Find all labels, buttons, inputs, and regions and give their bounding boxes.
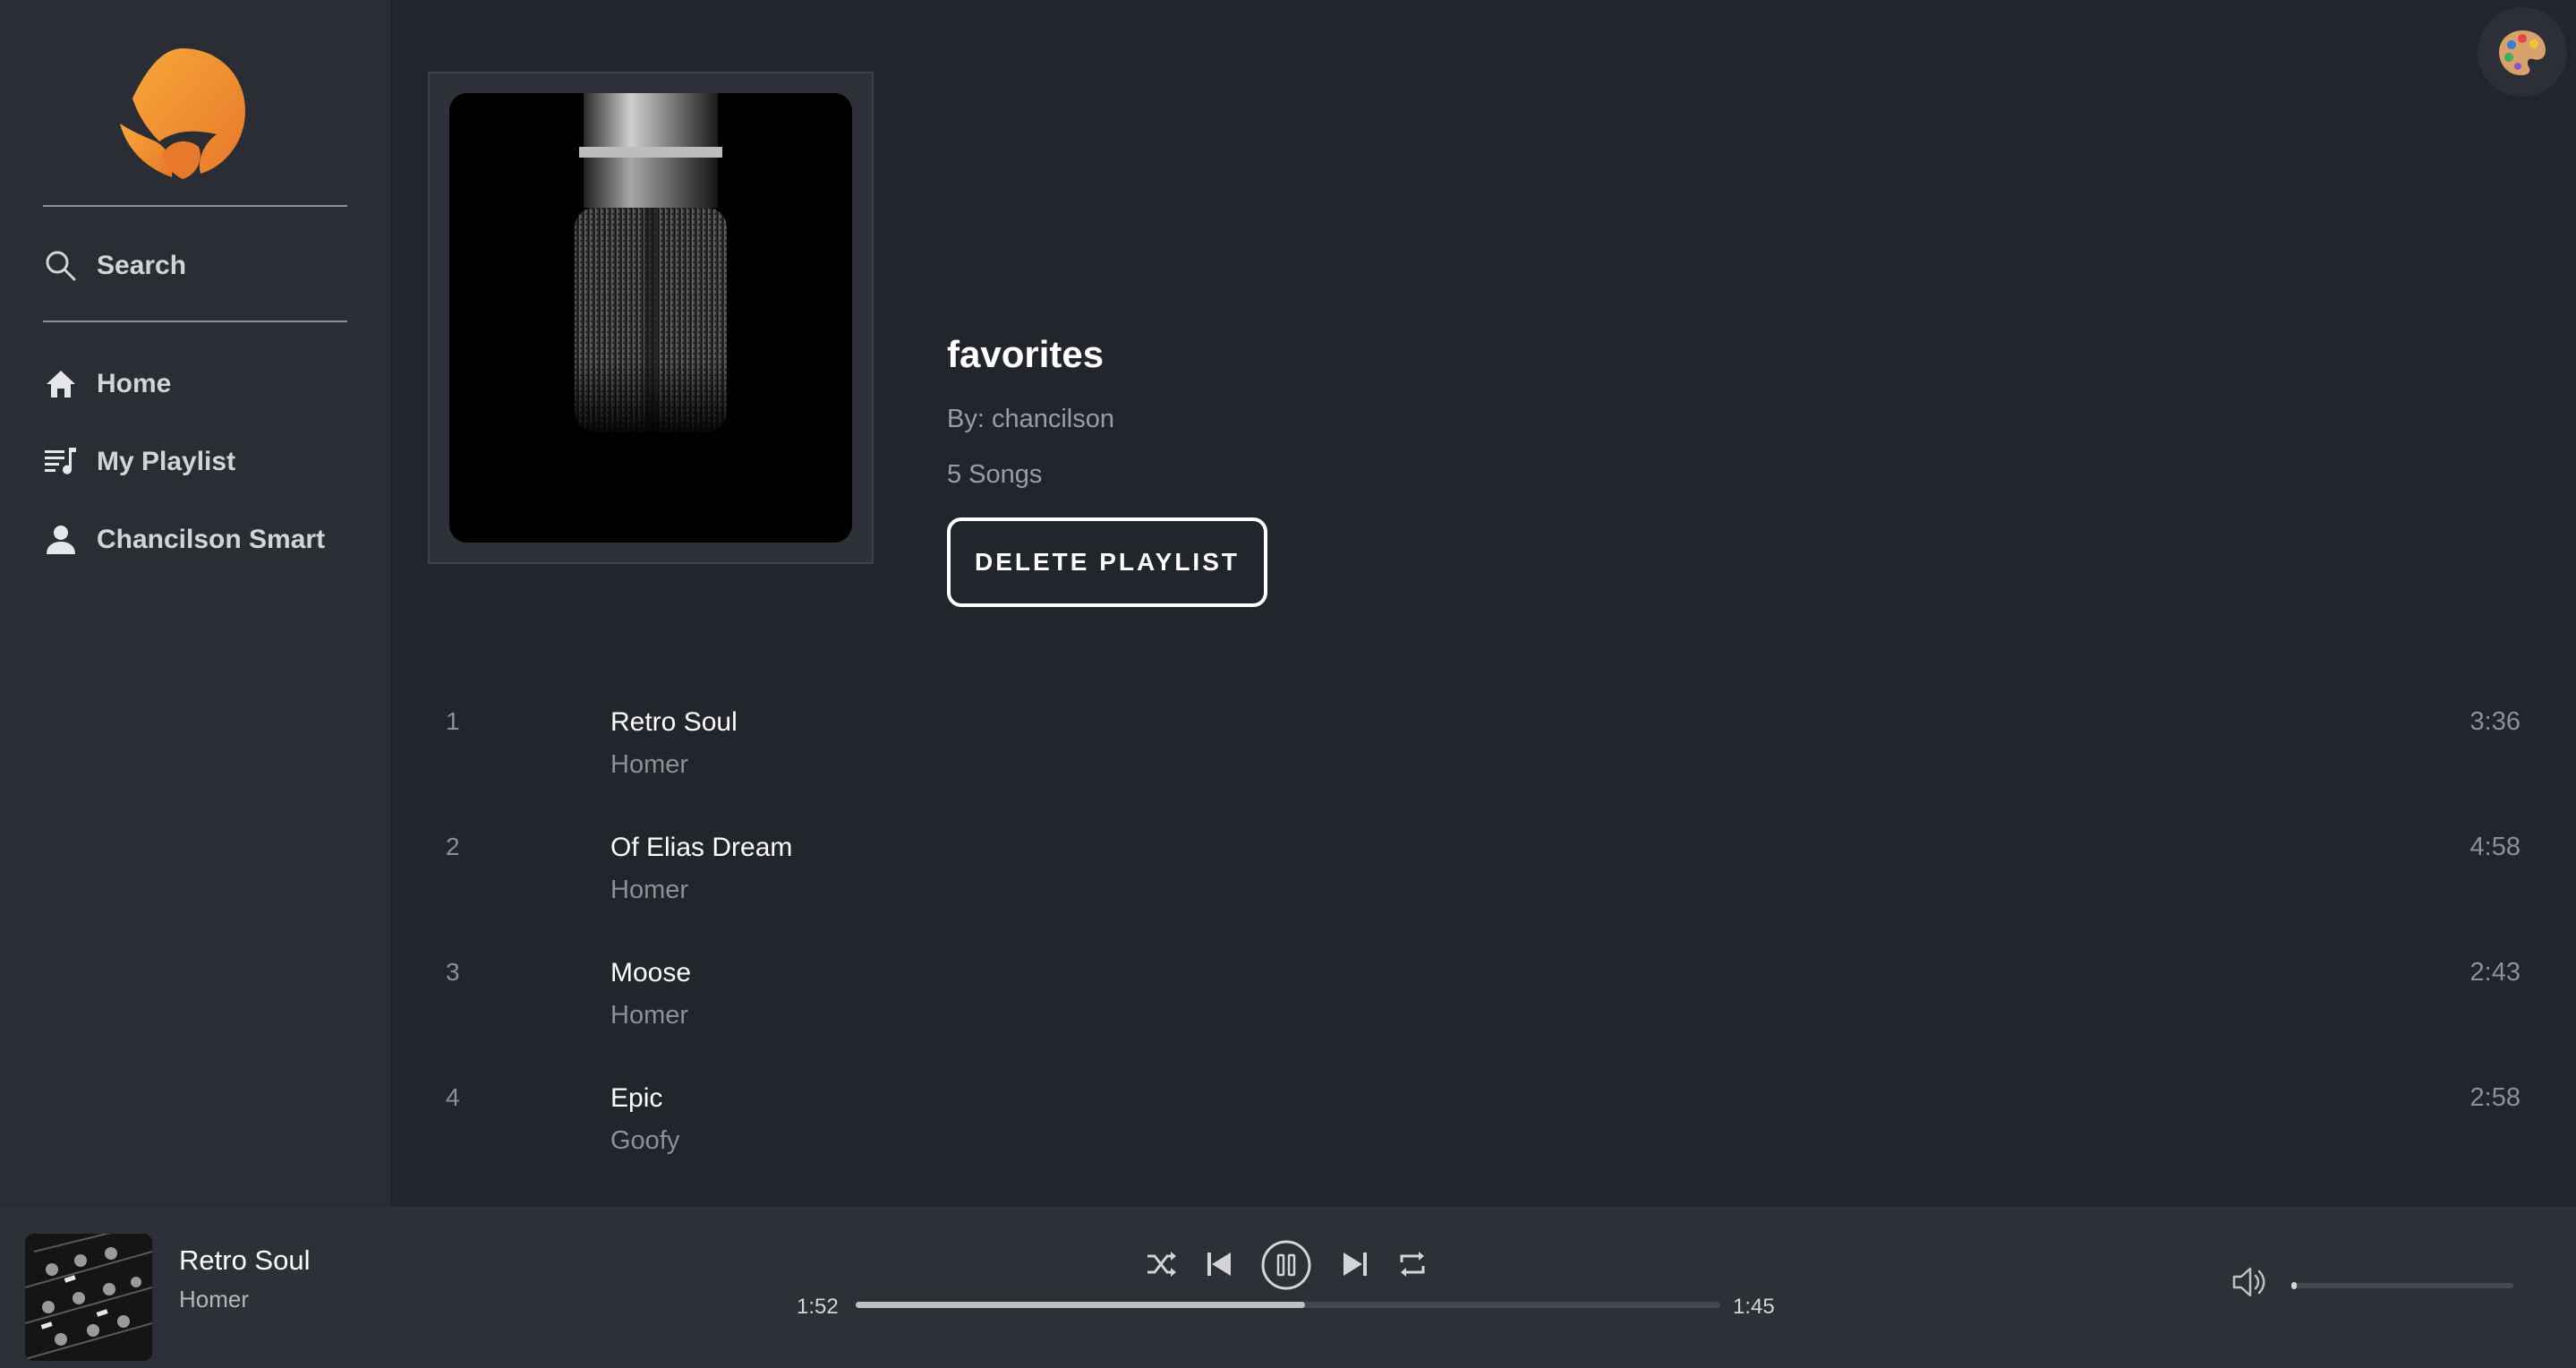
progress-bar[interactable] [856,1302,1720,1308]
track-number: 3 [446,958,460,986]
app-logo[interactable] [111,43,254,186]
remaining-time: 1:45 [1733,1295,1775,1319]
track-artist: Homer [610,1001,689,1030]
now-playing-cover[interactable] [25,1234,152,1361]
track-artist: Homer [610,876,689,904]
volume-slider[interactable] [2291,1282,2513,1289]
pause-icon [1261,1240,1311,1290]
palette-icon [2499,30,2546,75]
theme-palette-button[interactable] [2478,7,2567,97]
elapsed-time: 1:52 [797,1295,839,1319]
track-title: Retro Soul [610,707,738,737]
playlist-owner: By: chancilson [947,405,1114,433]
search-icon [43,248,79,284]
sidebar-search-label: Search [97,251,187,280]
user-icon [43,522,79,558]
repeat-icon [1400,1252,1425,1277]
playlist-icon [43,444,79,480]
track-number: 4 [446,1083,460,1111]
shuffle-button[interactable] [1144,1241,1180,1287]
microphone-image [449,93,852,543]
track-row[interactable]: 3 Moose Homer 2:43 [390,958,2576,1065]
playlist-cover-image [449,93,852,543]
track-title: Epic [610,1083,663,1113]
sidebar-search[interactable]: Search [43,244,186,288]
previous-button[interactable] [1201,1241,1237,1287]
track-artist: Homer [610,750,689,779]
progress-fill [856,1302,1306,1308]
sidebar-item-my-playlist[interactable]: My Playlist [43,440,235,484]
shuffle-icon [1147,1252,1176,1277]
delete-playlist-button[interactable]: DELETE PLAYLIST [947,517,1267,607]
track-artist: Goofy [610,1126,680,1155]
sidebar-item-label: My Playlist [97,447,236,476]
track-row[interactable]: 1 Retro Soul Homer 3:36 [390,707,2576,815]
sidebar-item-label: Home [97,369,172,398]
next-button[interactable] [1337,1241,1373,1287]
track-title: Of Elias Dream [610,833,793,862]
home-icon [43,366,79,402]
track-title: Moose [610,958,692,988]
sidebar-item-label: Chancilson Smart [97,525,326,554]
track-duration: 3:36 [2469,707,2521,736]
playlist-song-count: 5 Songs [947,460,1043,489]
track-duration: 2:43 [2469,958,2521,987]
sidebar-divider [43,321,347,322]
playlist-title: favorites [947,333,1105,375]
sidebar-item-profile[interactable]: Chancilson Smart [43,517,325,562]
play-pause-button[interactable] [1260,1239,1312,1291]
sidebar: Search Home My Playlist Chancilson Smart [0,0,390,1207]
volume-icon [2232,1267,2265,1297]
sidebar-item-home[interactable]: Home [43,362,171,406]
now-playing-title: Retro Soul [179,1244,311,1276]
skip-next-icon [1343,1253,1367,1276]
track-duration: 2:58 [2469,1083,2521,1112]
repeat-button[interactable] [1395,1241,1430,1287]
skip-previous-icon [1207,1253,1231,1276]
track-duration: 4:58 [2469,833,2521,861]
track-row[interactable]: 2 Of Elias Dream Homer 4:58 [390,833,2576,940]
volume-button[interactable] [2229,1261,2268,1304]
volume-slider-fill [2291,1282,2298,1289]
track-number: 1 [446,707,460,735]
now-playing-artist: Homer [179,1286,250,1312]
mixer-image [25,1234,152,1361]
track-row[interactable]: 4 Epic Goofy 2:58 [390,1083,2576,1191]
sidebar-divider [43,205,347,207]
track-number: 2 [446,833,460,860]
